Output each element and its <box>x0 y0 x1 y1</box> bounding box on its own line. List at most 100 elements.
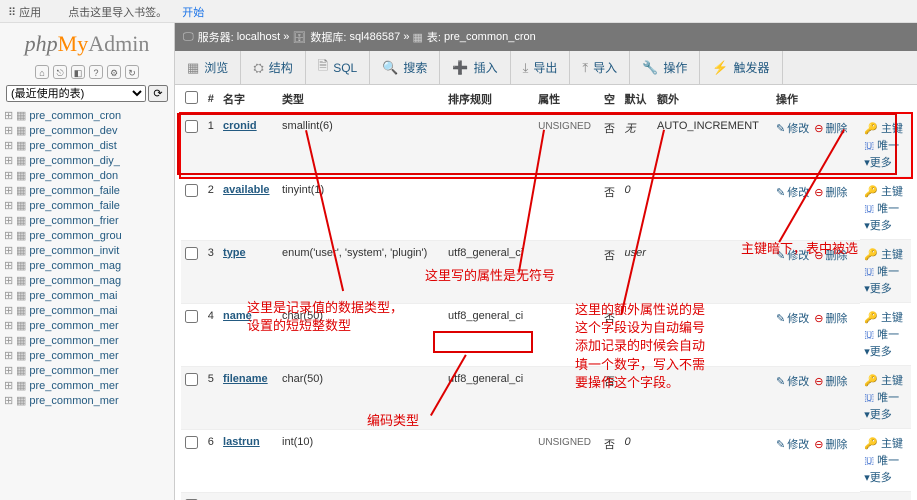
cell-collation: utf8_general_ci <box>444 303 534 366</box>
cell-attr <box>534 240 600 303</box>
primary-key-link[interactable]: 🔑 主键 <box>864 246 903 262</box>
cell-null: 否 <box>600 366 621 429</box>
tree-item[interactable]: ▦pre_common_cron <box>0 108 174 123</box>
tree-item[interactable]: ▦pre_common_mer <box>0 333 174 348</box>
edit-link[interactable]: ✎修改 <box>776 250 809 262</box>
chrome-apps-btn[interactable]: ⠿ 应用 <box>8 7 53 19</box>
edit-link[interactable]: ✎修改 <box>776 439 809 451</box>
tree-item[interactable]: ▦pre_common_frier <box>0 213 174 228</box>
column-name-link[interactable]: filename <box>223 373 268 385</box>
recent-tables-select[interactable]: (最近使用的表) <box>6 85 146 102</box>
tree-item[interactable]: ▦pre_common_don <box>0 168 174 183</box>
cell-type: char(50) <box>278 366 444 429</box>
primary-key-link[interactable]: 🔑 主键 <box>864 309 903 325</box>
more-link[interactable]: ▾更多 <box>864 406 892 422</box>
row-check[interactable] <box>185 120 198 133</box>
more-link[interactable]: ▾更多 <box>864 343 892 359</box>
home-icon[interactable]: ⌂ <box>35 65 49 79</box>
sql-icon[interactable]: ◧ <box>71 65 85 79</box>
recent-go-btn[interactable]: ⟳ <box>148 85 168 102</box>
column-name-link[interactable]: type <box>223 247 246 259</box>
tab-导出[interactable]: ⤓导出 <box>511 51 571 84</box>
tree-item[interactable]: ▦pre_common_mai <box>0 303 174 318</box>
tab-浏览[interactable]: ▦浏览 <box>175 51 241 84</box>
edit-link[interactable]: ✎修改 <box>776 123 809 135</box>
row-check[interactable] <box>185 436 198 449</box>
edit-link[interactable]: ✎修改 <box>776 187 809 199</box>
tab-SQL[interactable]: 🗎SQL <box>306 51 370 84</box>
cell-extra <box>653 240 772 303</box>
column-name-link[interactable]: name <box>223 310 252 322</box>
more-link[interactable]: ▾更多 <box>864 217 892 233</box>
reload-icon[interactable]: ↻ <box>125 65 139 79</box>
more-link[interactable]: ▾更多 <box>864 280 892 296</box>
docs-icon[interactable]: ? <box>89 65 103 79</box>
tree-item[interactable]: ▦pre_common_dist <box>0 138 174 153</box>
row-check[interactable] <box>185 373 198 386</box>
drop-link[interactable]: ⊖删除 <box>814 123 847 135</box>
check-all[interactable] <box>185 91 198 104</box>
tree-item[interactable]: ▦pre_common_mer <box>0 378 174 393</box>
cell-collation <box>444 429 534 492</box>
tree-item[interactable]: ▦pre_common_mai <box>0 288 174 303</box>
unique-link[interactable]: 🇺 唯一 <box>864 452 899 468</box>
primary-key-link[interactable]: 🔑 主键 <box>864 435 903 451</box>
more-link[interactable]: ▾更多 <box>864 469 892 485</box>
drop-link[interactable]: ⊖删除 <box>814 187 847 199</box>
tree-item[interactable]: ▦pre_common_faile <box>0 198 174 213</box>
column-name-link[interactable]: lastrun <box>223 436 260 448</box>
logo[interactable]: phpMyAdmin <box>0 23 174 61</box>
chrome-hint-link[interactable]: 开始 <box>182 7 204 19</box>
logout-icon[interactable]: ⎋ <box>53 65 67 79</box>
unique-link[interactable]: 🇺 唯一 <box>864 389 899 405</box>
column-name-link[interactable]: cronid <box>223 120 257 132</box>
cell-null: 否 <box>600 177 621 240</box>
drop-link[interactable]: ⊖删除 <box>814 376 847 388</box>
tab-操作[interactable]: 🔧操作 <box>630 51 700 84</box>
cell-num: 1 <box>204 114 219 178</box>
unique-icon: 🇺 <box>864 392 874 404</box>
table-row: 3typeenum('user', 'system', 'plugin')utf… <box>181 240 911 303</box>
drop-link[interactable]: ⊖删除 <box>814 313 847 325</box>
tree-item[interactable]: ▦pre_common_mer <box>0 318 174 333</box>
drop-link[interactable]: ⊖删除 <box>814 439 847 451</box>
cell-null: 否 <box>600 114 621 178</box>
tree-item[interactable]: ▦pre_common_mag <box>0 258 174 273</box>
row-check[interactable] <box>185 310 198 323</box>
primary-key-link[interactable]: 🔑 主键 <box>864 372 903 388</box>
settings-icon[interactable]: ⚙ <box>107 65 121 79</box>
tree-item[interactable]: ▦pre_common_invit <box>0 243 174 258</box>
delete-icon: ⊖ <box>814 313 823 325</box>
tree-item[interactable]: ▦pre_common_dev <box>0 123 174 138</box>
edit-link[interactable]: ✎修改 <box>776 313 809 325</box>
edit-link[interactable]: ✎修改 <box>776 376 809 388</box>
primary-key-link[interactable]: 🔑 主键 <box>864 120 903 136</box>
drop-link[interactable]: ⊖删除 <box>814 250 847 262</box>
tab-搜索[interactable]: 🔍搜索 <box>370 51 440 84</box>
crumb-db[interactable]: sql486587 <box>349 31 400 43</box>
tab-导入[interactable]: ⤒导入 <box>570 51 630 84</box>
crumb-table[interactable]: pre_common_cron <box>444 31 536 43</box>
more-link[interactable]: ▾更多 <box>864 154 892 170</box>
column-name-link[interactable]: available <box>223 184 269 196</box>
tree-item[interactable]: ▦pre_common_mer <box>0 363 174 378</box>
crumb-server[interactable]: localhost <box>237 31 280 43</box>
unique-link[interactable]: 🇺 唯一 <box>864 263 899 279</box>
tree-item[interactable]: ▦pre_common_faile <box>0 183 174 198</box>
unique-icon: 🇺 <box>864 266 874 278</box>
row-check[interactable] <box>185 184 198 197</box>
unique-link[interactable]: 🇺 唯一 <box>864 137 899 153</box>
tree-item[interactable]: ▦pre_common_diy_ <box>0 153 174 168</box>
tree-item[interactable]: ▦pre_common_grou <box>0 228 174 243</box>
unique-link[interactable]: 🇺 唯一 <box>864 326 899 342</box>
tab-插入[interactable]: ➕插入 <box>440 51 510 84</box>
tree-item[interactable]: ▦pre_common_mer <box>0 393 174 408</box>
unique-link[interactable]: 🇺 唯一 <box>864 200 899 216</box>
row-check[interactable] <box>185 247 198 260</box>
tab-触发器[interactable]: ⚡触发器 <box>700 51 782 84</box>
primary-key-link[interactable]: 🔑 主键 <box>864 183 903 199</box>
tree-item[interactable]: ▦pre_common_mag <box>0 273 174 288</box>
tab-结构[interactable]: ⛭结构 <box>241 51 305 84</box>
tree-item[interactable]: ▦pre_common_mer <box>0 348 174 363</box>
unique-icon: 🇺 <box>864 329 874 341</box>
